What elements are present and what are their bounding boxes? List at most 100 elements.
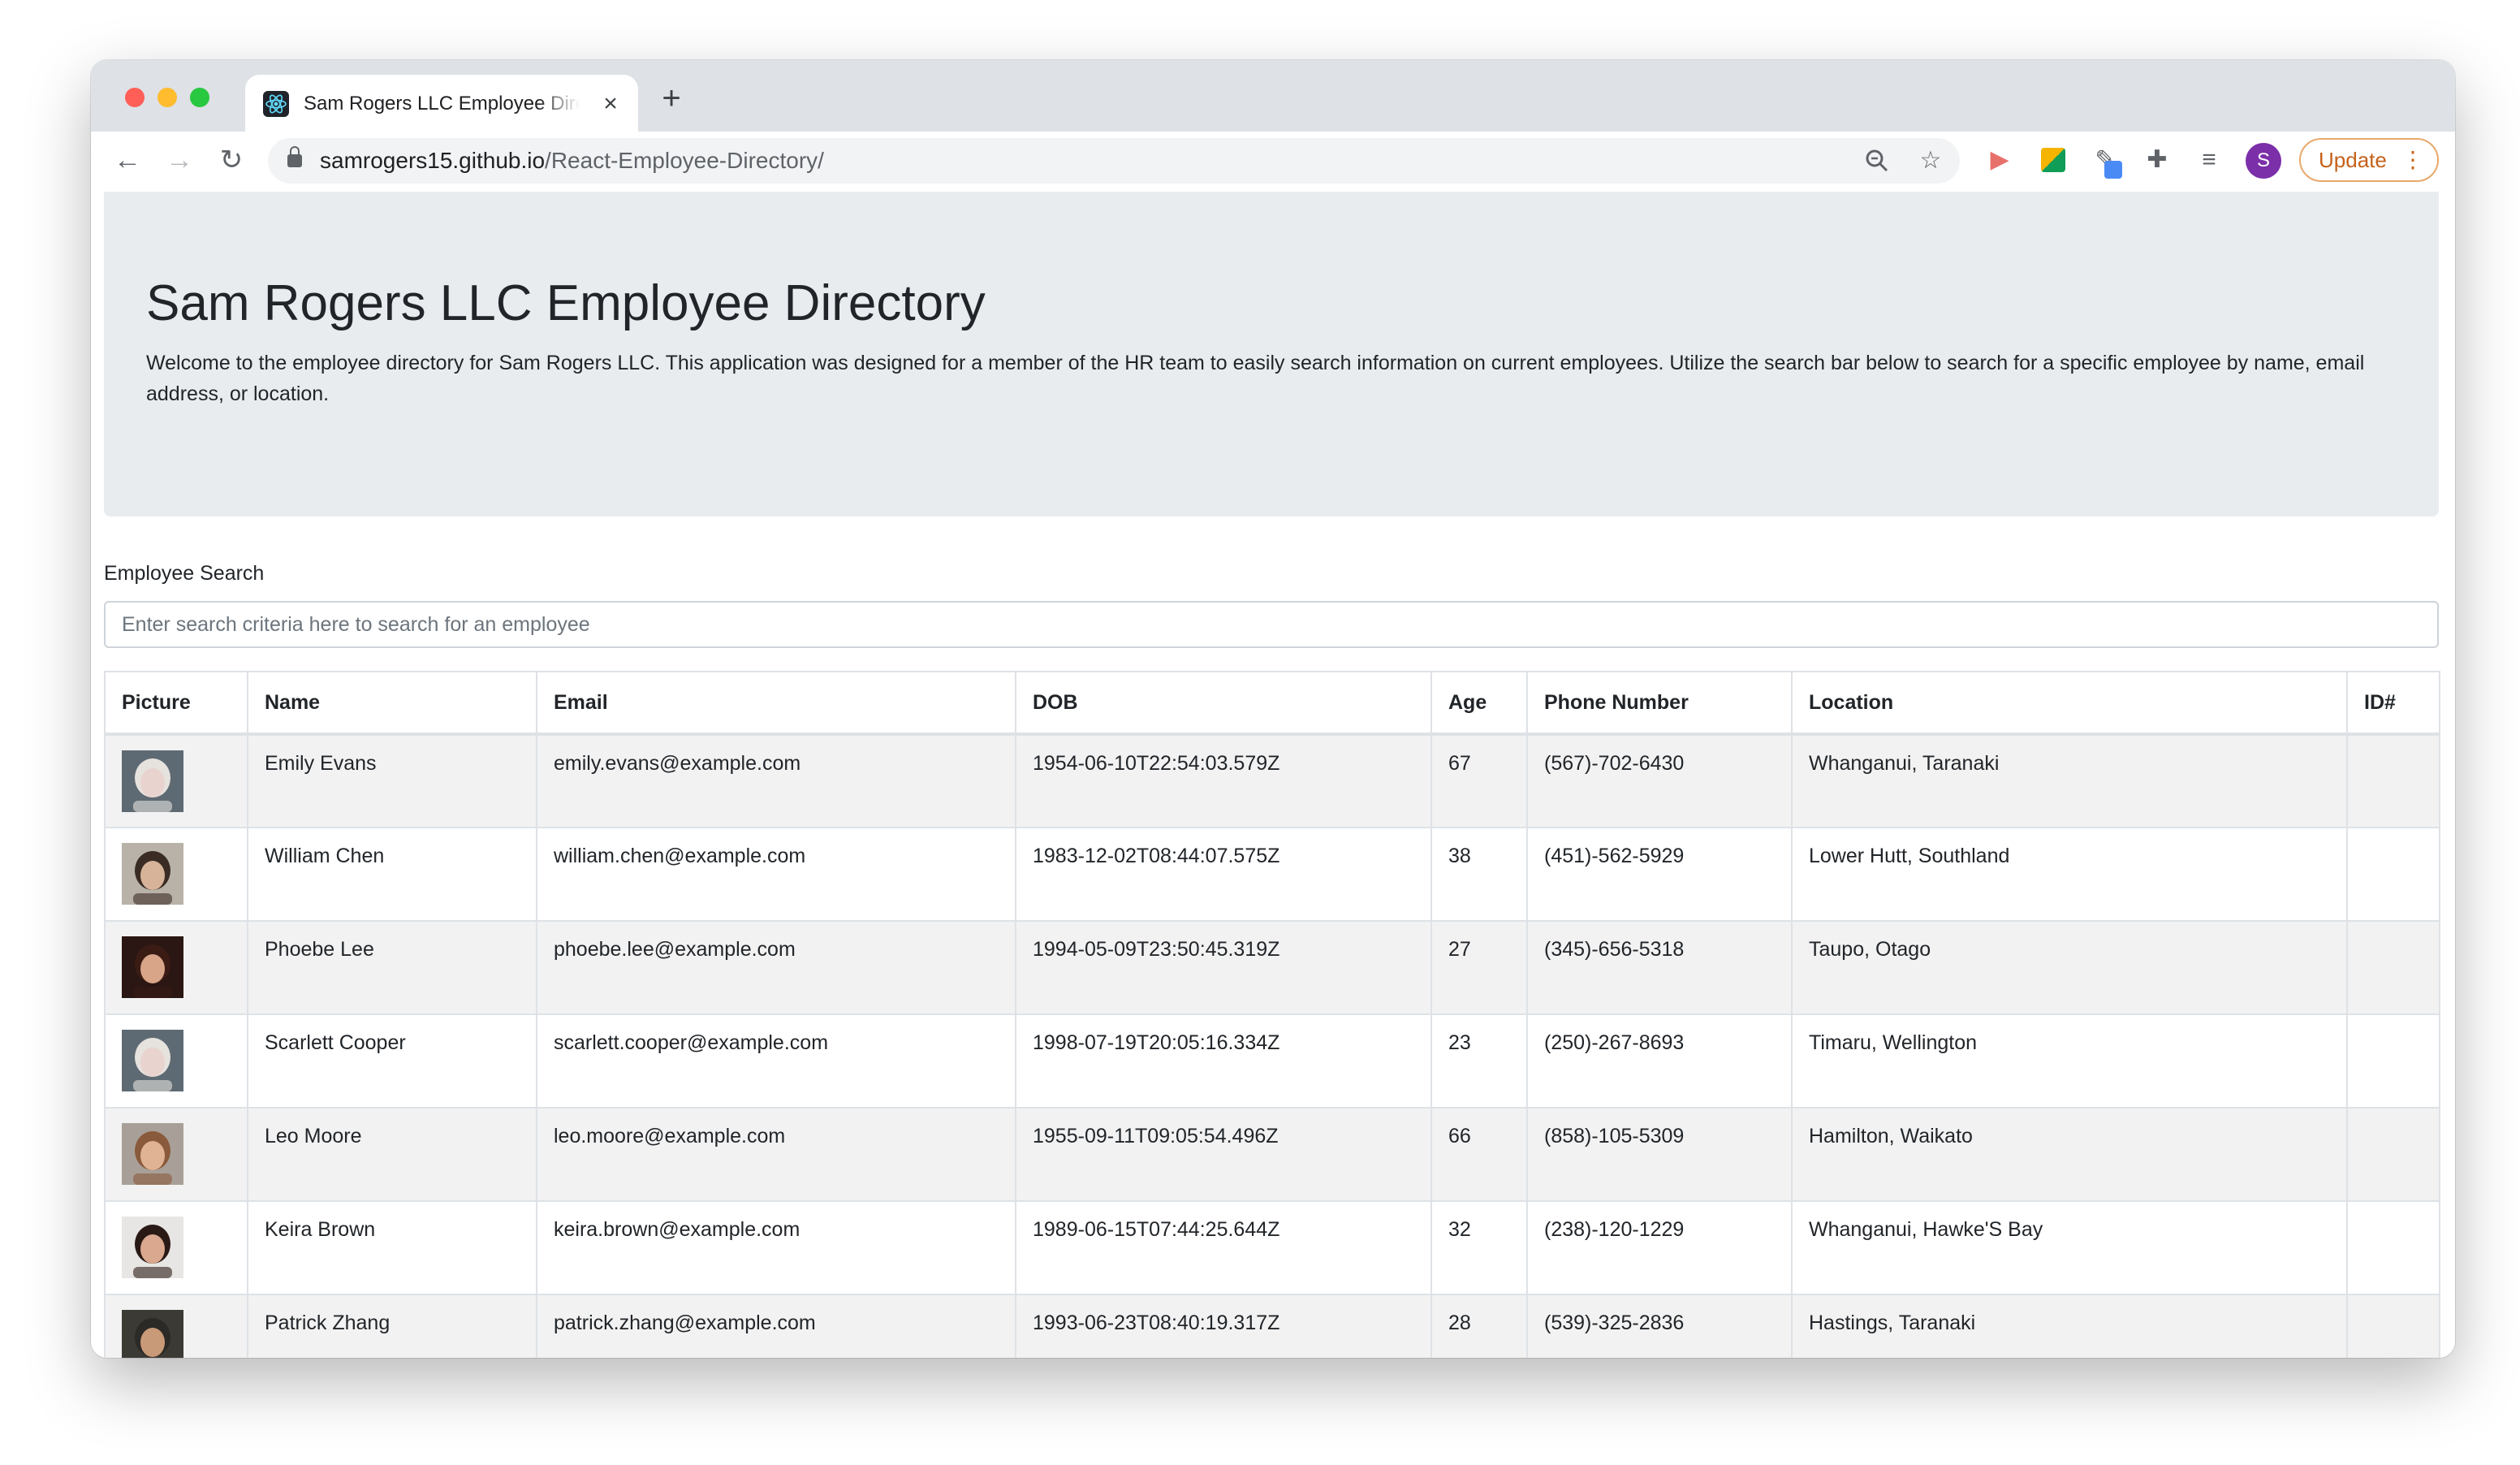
zoom-icon[interactable]: [1861, 145, 1893, 177]
employee-photo: [122, 1030, 183, 1091]
table-row: Emily Evans emily.evans@example.com 1954-0…: [104, 733, 2440, 828]
employee-phone: (451)-562-5929: [1526, 827, 1793, 922]
column-header-dob[interactable]: DOB: [1015, 671, 1432, 736]
page-title: Sam Rogers LLC Employee Directory: [146, 275, 986, 331]
more-menu-icon: ⋮: [2401, 147, 2424, 172]
new-tab-button[interactable]: +: [651, 78, 692, 119]
employee-photo: [122, 1123, 183, 1185]
employee-name: Emily Evans: [247, 733, 537, 828]
employee-dob: 1993-06-23T08:40:19.317Z: [1015, 1294, 1432, 1358]
extension-color-icon[interactable]: [2036, 143, 2070, 177]
table-row: Scarlett Cooper scarlett.cooper@example.c…: [104, 1013, 2440, 1108]
employee-name: Keira Brown: [247, 1200, 537, 1295]
bookmark-star-icon[interactable]: ☆: [1914, 145, 1947, 177]
employee-phone: (567)-702-6430: [1526, 733, 1793, 828]
employee-picture-cell: [104, 920, 248, 1015]
employee-id: [2346, 1107, 2440, 1202]
employee-id: [2346, 1294, 2440, 1358]
tab-title: Sam Rogers LLC Employee Directory: [304, 93, 580, 115]
employee-location: Lower Hutt, Southland: [1791, 827, 2348, 922]
url-path: /React-Employee-Directory/: [545, 148, 824, 173]
table-row: Patrick Zhang patrick.zhang@example.com 19…: [104, 1294, 2440, 1358]
search-input[interactable]: [104, 601, 2439, 648]
employee-location: Hastings, Taranaki: [1791, 1294, 2348, 1358]
employee-picture-cell: [104, 1107, 248, 1202]
employee-table: Picture Name Email DOB Age Phone Number …: [104, 671, 2440, 1358]
extension-pen-icon[interactable]: ✎: [2088, 143, 2122, 179]
employee-dob: 1955-09-11T09:05:54.496Z: [1015, 1107, 1432, 1202]
page-description: Welcome to the employee directory for Sa…: [146, 352, 2365, 405]
reload-icon[interactable]: ↻: [211, 140, 252, 180]
column-header-picture[interactable]: Picture: [104, 671, 248, 736]
employee-name: Scarlett Cooper: [247, 1013, 537, 1108]
table-row: William Chen william.chen@example.com 1983…: [104, 827, 2440, 922]
employee-picture-cell: [104, 1294, 248, 1358]
close-window-button[interactable]: [125, 88, 145, 107]
address-bar[interactable]: samrogers15.github.io/React-Employee-Dir…: [268, 138, 1960, 184]
employee-phone: (250)-267-8693: [1526, 1013, 1793, 1108]
maximize-window-button[interactable]: [190, 88, 209, 107]
employee-age: 66: [1430, 1107, 1528, 1202]
browser-window: Sam Rogers LLC Employee Directory × + ← …: [91, 60, 2455, 1358]
table-row: Leo Moore leo.moore@example.com 1955-09-11…: [104, 1107, 2440, 1202]
react-favicon-icon: [263, 91, 289, 117]
extensions-puzzle-icon[interactable]: ✚: [2140, 143, 2174, 177]
column-header-name[interactable]: Name: [247, 671, 537, 736]
employee-id: [2346, 1200, 2440, 1295]
employee-phone: (539)-325-2836: [1526, 1294, 1793, 1358]
url-text[interactable]: samrogers15.github.io/React-Employee-Dir…: [320, 146, 824, 175]
url-host: samrogers15.github.io: [320, 148, 546, 173]
employee-picture-cell: [104, 1013, 248, 1108]
header-jumbotron: Sam Rogers LLC Employee Directory Welcom…: [104, 192, 2439, 516]
table-row: Keira Brown keira.brown@example.com 1989-0…: [104, 1200, 2440, 1295]
column-header-email[interactable]: Email: [536, 671, 1016, 736]
employee-photo: [122, 1217, 183, 1278]
employee-email: william.chen@example.com: [536, 827, 1016, 922]
employee-phone: (858)-105-5309: [1526, 1107, 1793, 1202]
browser-toolbar: ← → ↻ samrogers15.github.io/React-Employ…: [91, 132, 2455, 193]
employee-name: Phoebe Lee: [247, 920, 537, 1015]
back-arrow-icon[interactable]: ←: [107, 140, 148, 180]
minimize-window-button[interactable]: [158, 88, 177, 107]
employee-phone: (345)-656-5318: [1526, 920, 1793, 1015]
column-header-id[interactable]: ID#: [2346, 671, 2440, 736]
close-tab-icon[interactable]: ×: [596, 89, 625, 119]
employee-dob: 1983-12-02T08:44:07.575Z: [1015, 827, 1432, 922]
employee-photo: [122, 843, 183, 905]
profile-avatar[interactable]: S: [2246, 143, 2281, 179]
employee-age: 28: [1430, 1294, 1528, 1358]
employee-location: Taupo, Otago: [1791, 920, 2348, 1015]
employee-location: Whanganui, Taranaki: [1791, 733, 2348, 828]
employee-dob: 1989-06-15T07:44:25.644Z: [1015, 1200, 1432, 1295]
column-header-age[interactable]: Age: [1430, 671, 1528, 736]
column-header-phone[interactable]: Phone Number: [1526, 671, 1793, 736]
employee-dob: 1998-07-19T20:05:16.334Z: [1015, 1013, 1432, 1108]
table-header-row: Picture Name Email DOB Age Phone Number …: [104, 671, 2440, 736]
tab-active[interactable]: Sam Rogers LLC Employee Directory ×: [245, 75, 638, 132]
extension-cast-icon[interactable]: ▶: [1983, 143, 2017, 177]
tab-strip: Sam Rogers LLC Employee Directory × +: [91, 60, 2455, 132]
employee-location: Whanganui, Hawke'S Bay: [1791, 1200, 2348, 1295]
employee-picture-cell: [104, 733, 248, 828]
employee-picture-cell: [104, 827, 248, 922]
employee-email: patrick.zhang@example.com: [536, 1294, 1016, 1358]
employee-age: 38: [1430, 827, 1528, 922]
employee-age: 32: [1430, 1200, 1528, 1295]
lock-icon: [287, 146, 302, 167]
employee-location: Timaru, Wellington: [1791, 1013, 2348, 1108]
table-row: Phoebe Lee phoebe.lee@example.com 1994-05-…: [104, 920, 2440, 1015]
employee-email: scarlett.cooper@example.com: [536, 1013, 1016, 1108]
forward-arrow-icon[interactable]: →: [159, 140, 200, 180]
employee-photo: [122, 1310, 183, 1358]
reading-list-icon[interactable]: ≡: [2192, 143, 2226, 177]
search-label: Employee Search: [104, 562, 265, 585]
update-button[interactable]: Update ⋮: [2299, 138, 2439, 182]
employee-location: Hamilton, Waikato: [1791, 1107, 2348, 1202]
employee-email: emily.evans@example.com: [536, 733, 1016, 828]
employee-email: leo.moore@example.com: [536, 1107, 1016, 1202]
column-header-location[interactable]: Location: [1791, 671, 2348, 736]
employee-photo: [122, 750, 183, 812]
employee-age: 23: [1430, 1013, 1528, 1108]
employee-id: [2346, 1013, 2440, 1108]
employee-id: [2346, 920, 2440, 1015]
